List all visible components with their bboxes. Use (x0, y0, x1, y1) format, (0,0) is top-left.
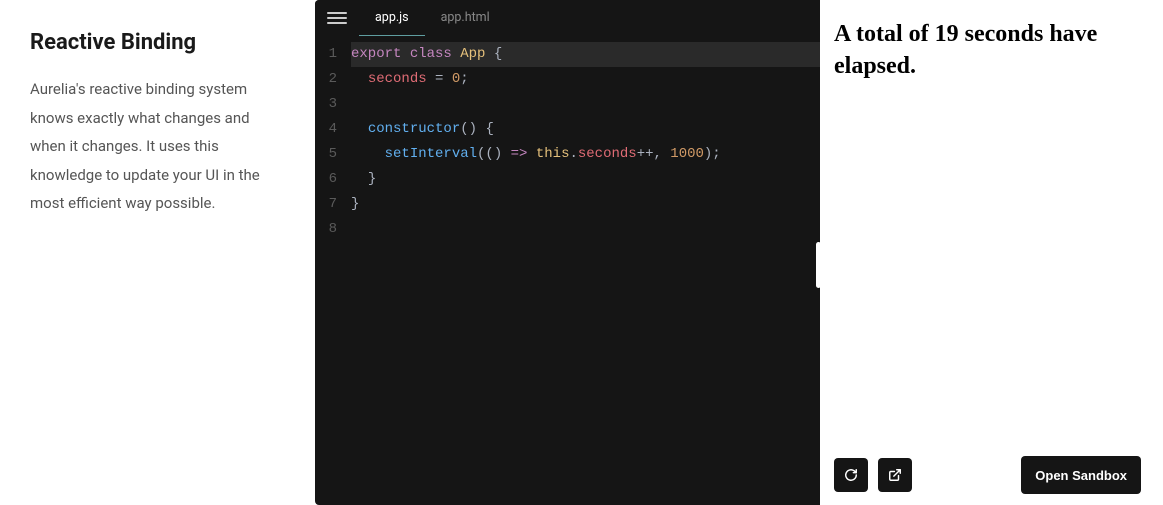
code-line[interactable] (351, 92, 820, 117)
tab-app-js[interactable]: app.js (359, 0, 425, 36)
output-text: A total of 19 seconds have elapsed. (834, 18, 1141, 83)
editor-pane: app.js app.html 1 2 3 4 5 6 7 8 export c… (315, 0, 820, 505)
code-line[interactable]: } (351, 167, 820, 192)
preview-toolbar: Open Sandbox (820, 445, 1155, 505)
line-gutter: 1 2 3 4 5 6 7 8 (315, 42, 343, 505)
code-line[interactable]: constructor() { (351, 117, 820, 142)
hamburger-icon[interactable] (327, 8, 347, 28)
editor-header: app.js app.html (315, 0, 820, 36)
line-number: 5 (315, 142, 337, 167)
description-panel: Reactive Binding Aurelia's reactive bind… (0, 0, 315, 505)
line-number: 2 (315, 67, 337, 92)
code-lines[interactable]: export class App { seconds = 0; construc… (343, 42, 820, 505)
code-line[interactable]: seconds = 0; (351, 67, 820, 92)
code-line[interactable]: } (351, 192, 820, 217)
preview-pane: A total of 19 seconds have elapsed. Open… (820, 0, 1155, 505)
code-line[interactable]: setInterval(() => this.seconds++, 1000); (351, 142, 820, 167)
line-number: 1 (315, 42, 337, 67)
tab-app-html[interactable]: app.html (425, 0, 506, 36)
code-editor[interactable]: 1 2 3 4 5 6 7 8 export class App { secon… (315, 36, 820, 505)
section-description: Aurelia's reactive binding system knows … (30, 75, 285, 218)
open-sandbox-button[interactable]: Open Sandbox (1021, 456, 1141, 494)
line-number: 4 (315, 117, 337, 142)
open-external-button[interactable] (878, 458, 912, 492)
section-title: Reactive Binding (30, 30, 285, 55)
code-playground: app.js app.html 1 2 3 4 5 6 7 8 export c… (315, 0, 1155, 505)
line-number: 8 (315, 217, 337, 242)
code-line[interactable] (351, 217, 820, 242)
external-link-icon (888, 468, 902, 482)
line-number: 3 (315, 92, 337, 117)
preview-output: A total of 19 seconds have elapsed. (820, 0, 1155, 445)
line-number: 7 (315, 192, 337, 217)
refresh-icon (844, 468, 858, 482)
refresh-button[interactable] (834, 458, 868, 492)
code-line[interactable]: export class App { (351, 42, 820, 67)
line-number: 6 (315, 167, 337, 192)
pane-resize-handle[interactable] (816, 242, 821, 288)
